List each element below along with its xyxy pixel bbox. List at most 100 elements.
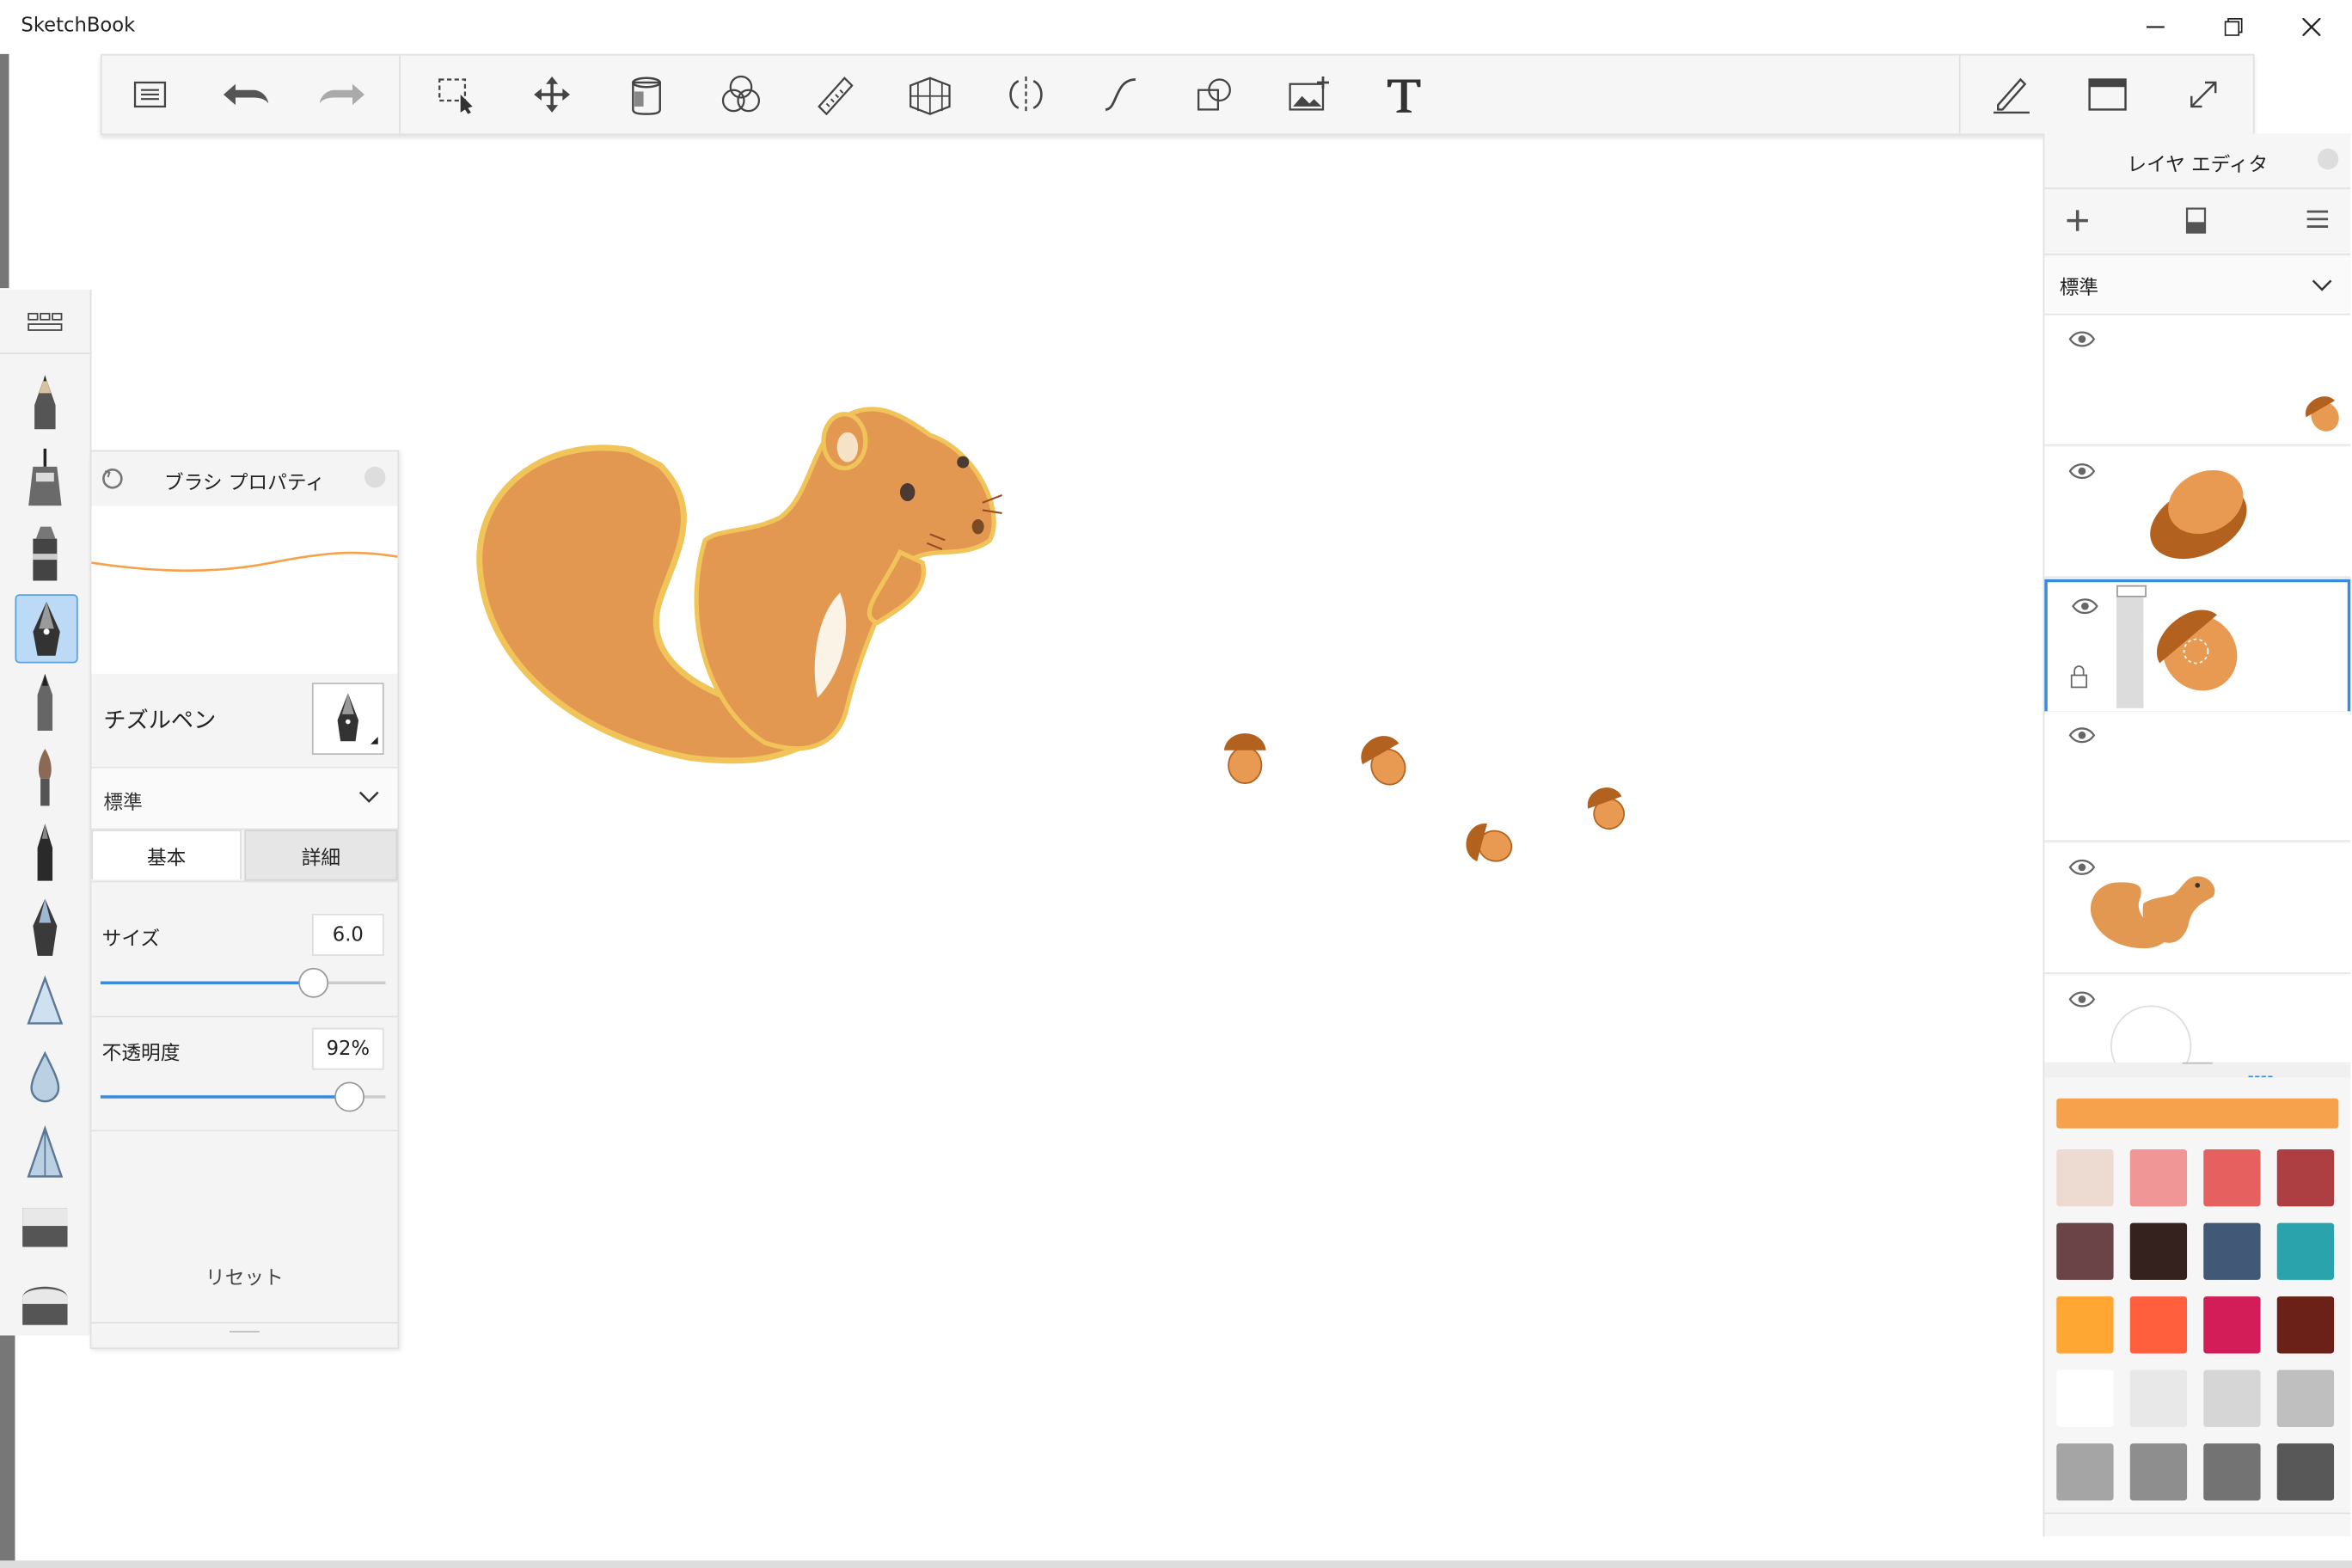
opacity-value-field[interactable]: 92% <box>311 1027 384 1070</box>
redo-button[interactable] <box>312 68 372 122</box>
layer-blend-mode-value: 標準 <box>2059 277 2099 301</box>
undo-button[interactable] <box>216 68 276 122</box>
layer-item[interactable] <box>2044 315 2351 446</box>
brush-calligraphy[interactable] <box>15 894 75 960</box>
toolbar-menu-button[interactable] <box>120 68 181 122</box>
window-edge <box>0 53 9 289</box>
panel-resize-handle[interactable] <box>2182 1062 2213 1064</box>
fill-button[interactable] <box>616 68 677 122</box>
symmetry-icon <box>1009 77 1043 113</box>
acorn <box>1361 736 1406 786</box>
brush-blend-mode-dropdown[interactable]: 標準 <box>91 766 398 830</box>
panel-resize-handle[interactable] <box>229 1331 260 1333</box>
ruler-button[interactable] <box>805 68 866 122</box>
layer-item[interactable] <box>2044 842 2351 974</box>
brush-properties-button[interactable] <box>1981 68 2042 122</box>
perspective-button[interactable] <box>900 68 960 122</box>
reset-button[interactable]: リセット <box>91 1262 397 1290</box>
clear-layer-icon[interactable] <box>2185 205 2207 236</box>
eye-icon[interactable] <box>2068 990 2096 1008</box>
brush-paint[interactable] <box>15 744 75 811</box>
eye-icon[interactable] <box>2068 726 2096 744</box>
eye-icon[interactable] <box>2072 597 2098 616</box>
layer-item[interactable] <box>2044 447 2351 579</box>
color-swatch[interactable] <box>2276 1443 2335 1501</box>
size-slider[interactable] <box>100 967 386 998</box>
color-swatch[interactable] <box>2056 1296 2114 1354</box>
color-swatch[interactable] <box>2129 1149 2188 1207</box>
eye-icon[interactable] <box>2068 462 2096 481</box>
layer-item[interactable] <box>2044 711 2351 842</box>
panel-pin-icon[interactable] <box>364 466 386 488</box>
color-swatch[interactable] <box>2056 1443 2114 1501</box>
brush-library-button[interactable] <box>27 310 63 340</box>
symmetry-button[interactable] <box>996 68 1057 122</box>
color-swatch[interactable] <box>2276 1296 2335 1354</box>
color-swatch[interactable] <box>2056 1222 2114 1280</box>
brush-thumbnail[interactable] <box>311 683 384 755</box>
watercolor-icon <box>30 1050 60 1103</box>
brush-triangle[interactable] <box>15 1119 75 1185</box>
color-swatch[interactable] <box>2203 1222 2261 1280</box>
ui-toggle-button[interactable] <box>2078 68 2138 122</box>
color-swatch[interactable] <box>2056 1149 2114 1207</box>
layer-item-selected[interactable] <box>2044 579 2351 714</box>
restore-button[interactable] <box>2199 0 2268 54</box>
brush-chisel-pen[interactable] <box>15 594 78 664</box>
brush-pencil[interactable] <box>15 369 75 435</box>
color-swatch[interactable] <box>2129 1222 2188 1280</box>
minimize-icon <box>2146 26 2165 28</box>
curve-button[interactable] <box>1091 68 1151 122</box>
opacity-slider[interactable] <box>100 1081 386 1112</box>
brush-ballpoint[interactable] <box>15 669 75 735</box>
color-swatch[interactable] <box>2276 1149 2335 1207</box>
brush-soft-eraser[interactable] <box>15 1270 75 1336</box>
minimize-button[interactable] <box>2121 0 2190 54</box>
tab-basic[interactable]: 基本 <box>91 830 242 879</box>
app-title: SketchBook <box>21 15 136 38</box>
selection-button[interactable] <box>426 68 487 122</box>
brush-ink-pen[interactable] <box>15 819 75 885</box>
transform-button[interactable] <box>522 68 582 122</box>
color-swatch[interactable] <box>2276 1222 2335 1280</box>
layer-blend-mode-dropdown[interactable]: 標準 <box>2044 256 2351 315</box>
shape-button[interactable] <box>1185 68 1245 122</box>
color-swatch[interactable] <box>2276 1369 2335 1427</box>
opacity-label: 不透明度 <box>101 1043 181 1066</box>
lock-icon[interactable] <box>2068 664 2089 690</box>
color-swatch[interactable] <box>2129 1369 2188 1427</box>
color-swatch[interactable] <box>2203 1443 2261 1501</box>
add-layer-icon[interactable] <box>2066 209 2090 233</box>
color-editor-button[interactable] <box>711 68 771 122</box>
close-button[interactable] <box>2277 0 2346 54</box>
color-swatch[interactable] <box>2129 1296 2188 1354</box>
layer-opacity-handle[interactable] <box>2116 585 2147 708</box>
technical-pen-icon <box>28 448 62 506</box>
eye-icon[interactable] <box>2068 330 2096 348</box>
fullscreen-button[interactable] <box>2173 68 2233 122</box>
current-color-bar[interactable] <box>2056 1098 2339 1129</box>
color-swatch[interactable] <box>2203 1369 2261 1427</box>
squirrel-nose <box>971 518 984 535</box>
text-icon <box>1387 79 1421 113</box>
add-image-button[interactable] <box>1279 68 1339 122</box>
squirrel-eye-small <box>957 456 970 469</box>
brush-name: チズルペン <box>103 707 217 734</box>
color-swatch[interactable] <box>2056 1369 2114 1427</box>
panel-pin-icon[interactable] <box>2317 148 2339 170</box>
color-swatch[interactable] <box>2129 1443 2188 1501</box>
brush-tabs: 基本 詳細 <box>91 830 398 881</box>
layer-item[interactable] <box>2044 975 2351 1087</box>
perspective-guide-icon <box>910 77 951 115</box>
text-button[interactable] <box>1374 68 1434 122</box>
brush-eraser[interactable] <box>15 1194 75 1260</box>
brush-watercolor[interactable] <box>15 1044 75 1111</box>
layer-menu-icon[interactable] <box>2306 209 2330 230</box>
size-value-field[interactable]: 6.0 <box>311 914 384 956</box>
color-swatch[interactable] <box>2203 1149 2261 1207</box>
color-swatch[interactable] <box>2203 1296 2261 1354</box>
tab-advanced[interactable]: 詳細 <box>244 830 398 881</box>
brush-marker[interactable] <box>15 519 75 585</box>
brush-airbrush[interactable] <box>15 970 75 1036</box>
brush-technical-pen[interactable] <box>15 444 75 511</box>
